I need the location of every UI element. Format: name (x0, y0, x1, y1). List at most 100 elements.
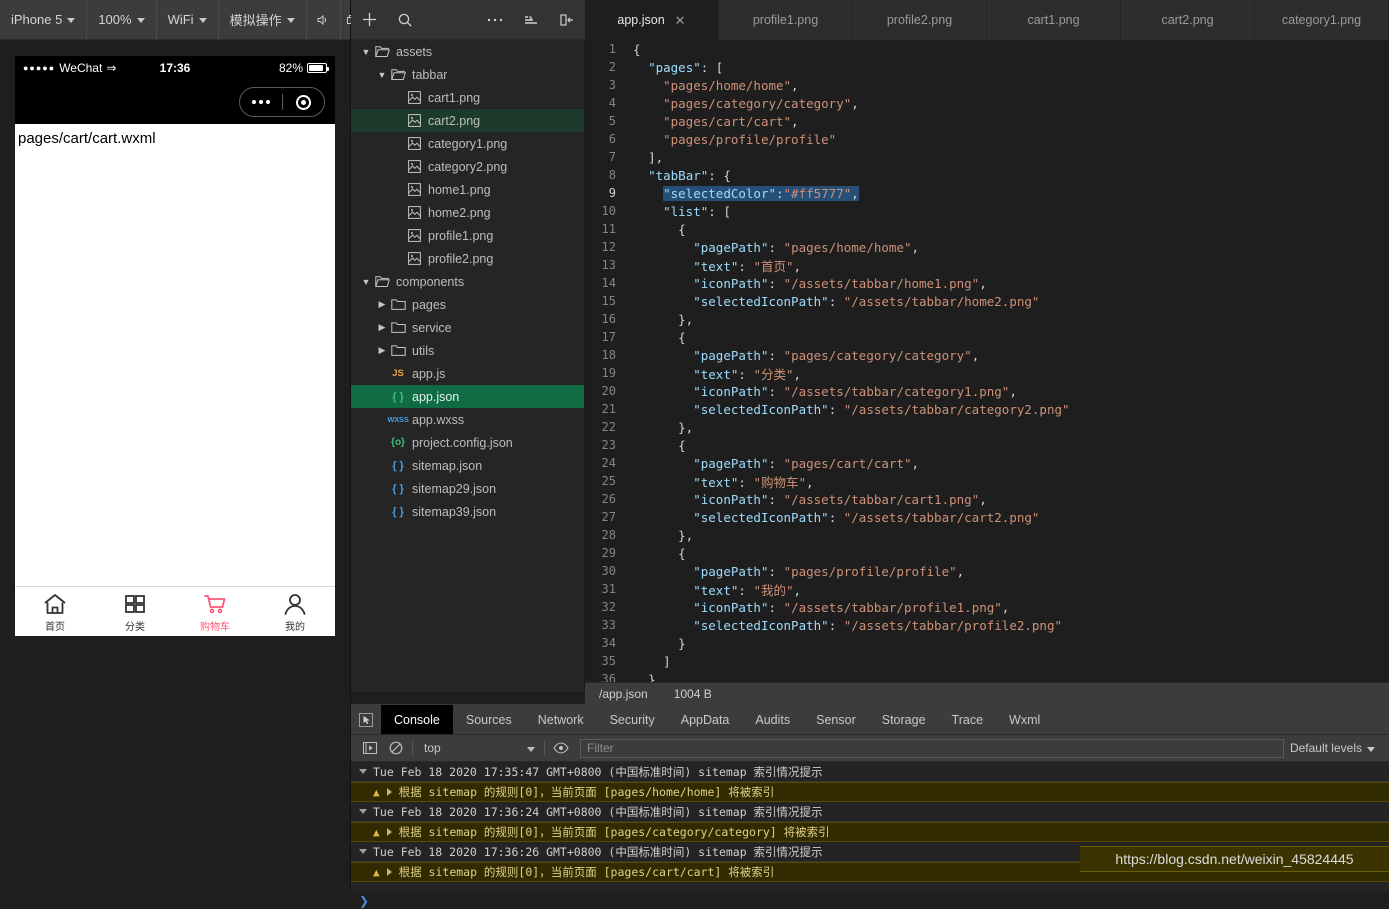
tree-item-utils[interactable]: ▶ utils (351, 339, 584, 362)
phone-simulator[interactable]: ●●●●● WeChat ⇒ 17:36 82% pages/cart/cart… (15, 56, 335, 636)
code-line[interactable]: 15 "selectedIconPath": "/assets/tabbar/h… (585, 292, 1389, 310)
wechat-capsule-button[interactable] (239, 87, 325, 117)
editor-tab-cart1-png[interactable]: cart1.png (987, 0, 1121, 40)
code-line[interactable]: 8 "tabBar": { (585, 166, 1389, 184)
console-warning-row[interactable]: ▲ 根据 sitemap 的规则[0]，当前页面 [pages/category/… (351, 822, 1389, 842)
code-line[interactable]: 19 "text": "分类", (585, 364, 1389, 382)
device-selector[interactable]: iPhone 5 (0, 0, 88, 40)
simulate-actions-selector[interactable]: 模拟操作 (219, 0, 307, 40)
tabbar-item-home[interactable]: 首页 (15, 587, 95, 636)
chevron-right-icon[interactable] (386, 868, 392, 876)
code-line[interactable]: 36 }, (585, 670, 1389, 683)
add-icon[interactable] (351, 0, 387, 40)
tree-item-pages[interactable]: ▶ pages (351, 293, 584, 316)
chevron-down-icon[interactable]: ▼ (359, 47, 373, 57)
tree-item-sitemap39-json[interactable]: { } sitemap39.json (351, 500, 584, 523)
tabbar-item-category[interactable]: 分类 (95, 587, 175, 636)
network-selector[interactable]: WiFi (157, 0, 219, 40)
code-line[interactable]: 13 "text": "首页", (585, 256, 1389, 274)
devtools-tab-console[interactable]: Console (381, 705, 453, 734)
code-line[interactable]: 23 { (585, 436, 1389, 454)
code-line[interactable]: 16 }, (585, 310, 1389, 328)
code-line[interactable]: 26 "iconPath": "/assets/tabbar/cart1.png… (585, 490, 1389, 508)
chevron-down-icon[interactable] (359, 809, 367, 814)
chevron-right-icon[interactable] (386, 788, 392, 796)
tree-item-service[interactable]: ▶ service (351, 316, 584, 339)
code-line[interactable]: 27 "selectedIconPath": "/assets/tabbar/c… (585, 508, 1389, 526)
devtools-tab-audits[interactable]: Audits (742, 705, 803, 734)
code-line[interactable]: 22 }, (585, 418, 1389, 436)
console-levels-selector[interactable]: Default levels (1290, 741, 1383, 755)
tree-item-category2-png[interactable]: category2.png (351, 155, 584, 178)
code-line[interactable]: 17 { (585, 328, 1389, 346)
devtools-tab-storage[interactable]: Storage (869, 705, 939, 734)
code-line[interactable]: 29 { (585, 544, 1389, 562)
tree-item-app-js[interactable]: JS app.js (351, 362, 584, 385)
code-line[interactable]: 25 "text": "购物车", (585, 472, 1389, 490)
console-filter-input[interactable]: Filter (580, 738, 1284, 758)
tree-item-components[interactable]: ▼ components (351, 270, 584, 293)
tree-item-cart2-png[interactable]: cart2.png (351, 109, 584, 132)
code-editor[interactable]: 1{2 "pages": [3 "pages/home/home", 4 "pag… (585, 40, 1389, 682)
tabbar-item-cart[interactable]: 购物车 (175, 587, 255, 636)
console-warning-row[interactable]: ▲ 根据 sitemap 的规则[0]，当前页面 [pages/home/home… (351, 782, 1389, 802)
code-line[interactable]: 11 { (585, 220, 1389, 238)
editor-tab-cart2-png[interactable]: cart2.png (1121, 0, 1255, 40)
console-log-list[interactable]: Tue Feb 18 2020 17:35:47 GMT+0800 (中国标准时… (351, 762, 1389, 893)
chevron-down-icon[interactable] (359, 849, 367, 854)
console-context-selector[interactable]: top (416, 739, 541, 758)
code-line[interactable]: 31 "text": "我的", (585, 580, 1389, 598)
tree-item-sitemap29-json[interactable]: { } sitemap29.json (351, 477, 584, 500)
tree-item-category1-png[interactable]: category1.png (351, 132, 584, 155)
tree-item-profile2-png[interactable]: profile2.png (351, 247, 584, 270)
code-line[interactable]: 30 "pagePath": "pages/profile/profile", (585, 562, 1389, 580)
devtools-tab-sensor[interactable]: Sensor (803, 705, 869, 734)
tree-item-app-wxss[interactable]: WXSS app.wxss (351, 408, 584, 431)
execute-icon[interactable] (357, 735, 383, 762)
clear-console-icon[interactable] (383, 735, 409, 762)
code-line[interactable]: 7 ], (585, 148, 1389, 166)
close-icon[interactable]: ✕ (675, 14, 686, 27)
chevron-right-icon[interactable]: ▶ (375, 345, 389, 356)
code-line[interactable]: 3 "pages/home/home", (585, 76, 1389, 94)
console-group-header[interactable]: Tue Feb 18 2020 17:35:47 GMT+0800 (中国标准时… (351, 762, 1389, 782)
editor-tab-category1-png[interactable]: category1.png (1255, 0, 1389, 40)
code-line[interactable]: 10 "list": [ (585, 202, 1389, 220)
collapse-icon[interactable] (549, 0, 585, 40)
eye-icon[interactable] (548, 735, 574, 762)
chevron-right-icon[interactable]: ▶ (375, 322, 389, 333)
file-tree[interactable]: ▼ assets ▼ tabbar cart1.png cart2.png category… (351, 40, 585, 692)
code-line[interactable]: 34 } (585, 634, 1389, 652)
code-line[interactable]: 32 "iconPath": "/assets/tabbar/profile1.… (585, 598, 1389, 616)
code-line[interactable]: 21 "selectedIconPath": "/assets/tabbar/c… (585, 400, 1389, 418)
tabbar-item-profile[interactable]: 我的 (255, 587, 335, 636)
tree-item-sitemap-json[interactable]: { } sitemap.json (351, 454, 584, 477)
code-line[interactable]: 14 "iconPath": "/assets/tabbar/home1.png… (585, 274, 1389, 292)
code-line[interactable]: 12 "pagePath": "pages/home/home", (585, 238, 1389, 256)
tree-item-home2-png[interactable]: home2.png (351, 201, 584, 224)
zoom-selector[interactable]: 100% (87, 0, 157, 40)
tree-item-tabbar[interactable]: ▼ tabbar (351, 63, 584, 86)
chevron-right-icon[interactable]: ▶ (375, 299, 389, 310)
chevron-down-icon[interactable]: ▼ (359, 277, 373, 287)
sort-icon[interactable] (513, 0, 549, 40)
code-line[interactable]: 9 "selectedColor":"#ff5777", (585, 184, 1389, 202)
search-icon[interactable] (387, 0, 423, 40)
devtools-tab-network[interactable]: Network (525, 705, 597, 734)
devtools-tab-trace[interactable]: Trace (939, 705, 997, 734)
volume-icon[interactable] (309, 0, 335, 40)
code-line[interactable]: 35 ] (585, 652, 1389, 670)
devtools-tab-sources[interactable]: Sources (453, 705, 525, 734)
code-line[interactable]: 18 "pagePath": "pages/category/category"… (585, 346, 1389, 364)
chevron-down-icon[interactable]: ▼ (375, 70, 389, 80)
chevron-down-icon[interactable] (359, 769, 367, 774)
code-line[interactable]: 28 }, (585, 526, 1389, 544)
code-line[interactable]: 33 "selectedIconPath": "/assets/tabbar/p… (585, 616, 1389, 634)
chevron-right-icon[interactable] (386, 828, 392, 836)
tree-item-home1-png[interactable]: home1.png (351, 178, 584, 201)
tree-item-app-json[interactable]: { } app.json (351, 385, 584, 408)
code-line[interactable]: 2 "pages": [ (585, 58, 1389, 76)
tree-item-assets[interactable]: ▼ assets (351, 40, 584, 63)
code-line[interactable]: 1{ (585, 40, 1389, 58)
devtools-tab-appdata[interactable]: AppData (668, 705, 743, 734)
